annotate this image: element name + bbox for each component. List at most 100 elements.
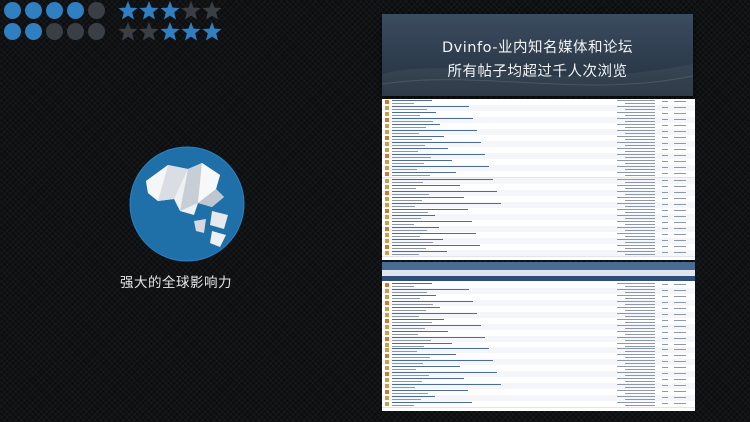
thread-date-line bbox=[617, 396, 655, 398]
thread-title-line bbox=[392, 220, 472, 222]
thread-replies-line bbox=[662, 161, 668, 163]
thread-replies-line bbox=[662, 385, 668, 387]
thread-replies-line bbox=[662, 337, 668, 339]
thread-views-line bbox=[674, 185, 686, 187]
thread-replies-line bbox=[662, 101, 668, 102]
thread-date-line bbox=[617, 390, 655, 392]
thread-views-line bbox=[674, 221, 686, 223]
thread-replies-line bbox=[662, 179, 668, 181]
thread-title-line bbox=[392, 318, 444, 320]
thread-author-line bbox=[392, 103, 414, 104]
thread-author-line bbox=[392, 309, 426, 311]
star-icon bbox=[160, 22, 180, 41]
thread-lastpost-line bbox=[625, 127, 655, 129]
thread-date-line bbox=[617, 244, 655, 246]
thread-lastpost-line bbox=[625, 393, 655, 395]
thread-date-line bbox=[617, 100, 655, 101]
thread-status-icon bbox=[385, 202, 389, 207]
thread-author-line bbox=[392, 387, 415, 389]
thread-replies-line bbox=[662, 391, 668, 393]
thread-replies-line bbox=[662, 185, 668, 187]
thread-lastpost-line bbox=[625, 369, 655, 371]
thread-replies-line bbox=[662, 173, 668, 175]
thread-status-icon bbox=[385, 196, 389, 201]
thread-views-line bbox=[674, 301, 686, 303]
thread-title-line bbox=[392, 366, 460, 368]
thread-title-line bbox=[392, 288, 469, 290]
star-icon bbox=[139, 22, 159, 41]
thread-author-line bbox=[392, 333, 418, 335]
thread-views-line bbox=[674, 355, 686, 357]
thread-status-icon bbox=[385, 324, 389, 329]
thread-views-line bbox=[674, 167, 686, 169]
thread-date-line bbox=[617, 384, 655, 386]
thread-views-line bbox=[674, 385, 686, 387]
dot-icon bbox=[88, 23, 105, 40]
thread-date-line bbox=[617, 360, 655, 362]
thread-date-line bbox=[617, 124, 655, 126]
forum-thread-row bbox=[382, 249, 695, 257]
thread-lastpost-line bbox=[625, 163, 655, 165]
thread-replies-line bbox=[662, 167, 668, 169]
thread-lastpost-line bbox=[625, 223, 655, 225]
thread-title-line bbox=[392, 214, 435, 216]
thread-title-line bbox=[392, 118, 473, 120]
thread-views-line bbox=[674, 245, 686, 247]
banner-line-2: 所有帖子均超过千人次浏览 bbox=[447, 64, 628, 80]
decorative-stars bbox=[118, 1, 222, 41]
thread-status-icon bbox=[385, 312, 389, 317]
dot-icon bbox=[4, 2, 21, 19]
thread-title-line bbox=[392, 300, 473, 302]
thread-views-line bbox=[674, 319, 686, 321]
thread-title-line bbox=[392, 172, 456, 174]
thread-status-icon bbox=[385, 166, 389, 171]
thread-lastpost-line bbox=[625, 375, 655, 377]
thread-date-line bbox=[617, 300, 655, 302]
thread-lastpost-line bbox=[625, 363, 655, 365]
thread-views-line bbox=[674, 215, 686, 217]
thread-views-line bbox=[674, 143, 686, 145]
thread-status-icon bbox=[385, 250, 389, 255]
thread-views-line bbox=[674, 397, 686, 399]
thread-replies-line bbox=[662, 125, 668, 127]
thread-title-line bbox=[392, 184, 460, 186]
thread-replies-line bbox=[662, 307, 668, 309]
thread-date-line bbox=[617, 330, 655, 332]
thread-author-line bbox=[392, 169, 417, 171]
thread-views-line bbox=[674, 227, 686, 229]
thread-status-icon bbox=[385, 238, 389, 243]
thread-author-line bbox=[392, 247, 426, 249]
thread-author-line bbox=[392, 175, 430, 177]
thread-author-line bbox=[392, 399, 421, 401]
thread-author-line bbox=[392, 133, 419, 135]
thread-views-line bbox=[674, 239, 686, 241]
thread-status-icon bbox=[385, 244, 389, 249]
thread-views-line bbox=[674, 113, 686, 115]
thread-replies-line bbox=[662, 227, 668, 229]
thread-title-line bbox=[392, 402, 472, 404]
thread-views-line bbox=[674, 361, 686, 363]
thread-author-line bbox=[392, 199, 422, 201]
thread-lastpost-line bbox=[625, 187, 655, 189]
thread-lastpost-line bbox=[625, 145, 655, 147]
thread-lastpost-line bbox=[625, 297, 655, 299]
thread-author-line bbox=[392, 121, 433, 123]
thread-views-line bbox=[674, 373, 686, 375]
title-banner: Dvinfo-业内知名媒体和论坛 所有帖子均超过千人次浏览 bbox=[382, 14, 693, 96]
thread-date-line bbox=[617, 166, 655, 168]
thread-lastpost-line bbox=[625, 291, 655, 293]
thread-views-line bbox=[674, 313, 686, 315]
thread-replies-line bbox=[662, 403, 668, 405]
thread-status-icon bbox=[385, 130, 389, 135]
thread-replies-line bbox=[662, 301, 668, 303]
star-icon bbox=[202, 1, 222, 20]
thread-author-line bbox=[392, 253, 419, 255]
thread-replies-line bbox=[662, 245, 668, 247]
thread-date-line bbox=[617, 312, 655, 314]
thread-replies-line bbox=[662, 343, 668, 345]
thread-replies-line bbox=[662, 197, 668, 199]
thread-views-line bbox=[674, 161, 686, 163]
thread-lastpost-line bbox=[625, 387, 655, 389]
thread-replies-line bbox=[662, 379, 668, 381]
thread-title-line bbox=[392, 336, 485, 338]
